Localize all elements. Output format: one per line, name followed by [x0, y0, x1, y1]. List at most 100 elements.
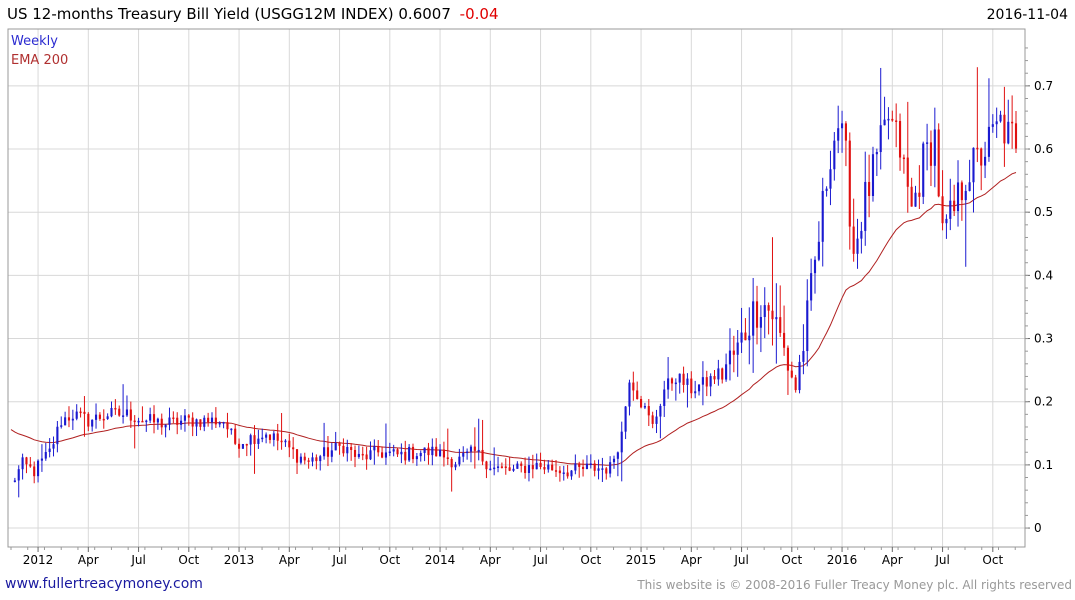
candle [284, 439, 287, 447]
candle [810, 258, 813, 311]
y-tick-label: 0.5 [1034, 205, 1053, 219]
candle [454, 461, 457, 471]
candle-body [752, 301, 755, 336]
candle-body [597, 468, 600, 471]
candle-body [697, 384, 701, 392]
candle-body [694, 391, 697, 394]
candle-body [558, 470, 561, 474]
candle [64, 411, 67, 426]
candle-body [582, 466, 585, 470]
candle [438, 444, 442, 457]
candle [462, 446, 465, 463]
candle-body [396, 449, 399, 455]
candle-body [423, 447, 426, 453]
candle-body [956, 182, 960, 212]
candle [94, 403, 98, 429]
candle-body [991, 124, 994, 127]
candle-body [44, 452, 47, 459]
candle [624, 406, 627, 440]
x-tick-label: 2016 [827, 553, 858, 567]
candle-body [786, 347, 790, 371]
candle-body [964, 190, 967, 201]
candle-body [659, 405, 662, 417]
candle-body [411, 446, 415, 460]
candle [748, 307, 751, 365]
candle-body [740, 332, 743, 343]
candle-body [226, 422, 229, 430]
candles [13, 67, 1018, 498]
candle [419, 450, 422, 462]
candle-body [678, 373, 681, 383]
candle-body [323, 447, 326, 457]
candle [531, 454, 534, 479]
candle-body [137, 420, 140, 423]
candle [655, 409, 658, 434]
candle-body [183, 415, 187, 421]
candle-body [315, 457, 318, 462]
x-tick-label: 2015 [626, 553, 657, 567]
candle-body [539, 462, 542, 468]
candle [678, 373, 681, 394]
candle [864, 151, 867, 246]
candle-body [180, 420, 183, 425]
candle [694, 380, 697, 399]
candle [245, 443, 248, 457]
candle [663, 380, 666, 417]
candle-body [272, 433, 275, 440]
candle-body [701, 377, 704, 385]
candle [980, 147, 983, 191]
candle-body [663, 389, 666, 406]
candle [91, 419, 94, 432]
candle [906, 101, 909, 213]
candle-body [725, 364, 728, 380]
x-tick-label: Oct [982, 553, 1003, 567]
candle [268, 434, 272, 444]
candle-body [535, 462, 538, 470]
candle [539, 452, 542, 470]
candle-body [898, 121, 902, 158]
candle [129, 401, 132, 429]
candle-body [926, 142, 929, 144]
legend-weekly: Weekly [11, 34, 58, 49]
grid [8, 29, 1025, 547]
candle [639, 395, 643, 409]
candle-body [713, 376, 716, 380]
candle [75, 404, 78, 421]
x-tick-label: Jul [532, 553, 547, 567]
candle [466, 448, 469, 460]
candle [249, 433, 252, 456]
candle [732, 335, 735, 373]
candle-body [759, 317, 762, 328]
candle-body [249, 435, 252, 445]
candle-body [56, 426, 59, 445]
candle [953, 184, 956, 217]
site-link[interactable]: www.fullertreacymoney.com [5, 576, 203, 592]
candle-body [172, 417, 175, 420]
candle-body [531, 465, 534, 470]
candle-body [319, 456, 322, 462]
candle-body [253, 435, 256, 444]
candle [442, 441, 445, 467]
candle-body [667, 378, 670, 390]
candle-body [466, 451, 469, 454]
candle [779, 285, 782, 337]
candle-body [562, 472, 565, 474]
candle [388, 442, 391, 457]
candle [802, 324, 805, 375]
candle-body [682, 373, 685, 385]
candle-body [261, 437, 264, 440]
candle [172, 411, 175, 424]
candle [871, 146, 875, 202]
candle [593, 460, 596, 477]
candle-body [210, 417, 214, 423]
candle [840, 110, 844, 153]
candle-body [25, 457, 28, 465]
candle-body [280, 440, 283, 443]
candle [605, 467, 608, 480]
candle-body [674, 382, 677, 385]
candle-body [353, 449, 357, 457]
candle-body [1007, 121, 1010, 144]
candle [636, 381, 639, 400]
candle-body [887, 118, 890, 121]
candle-body [902, 157, 905, 160]
